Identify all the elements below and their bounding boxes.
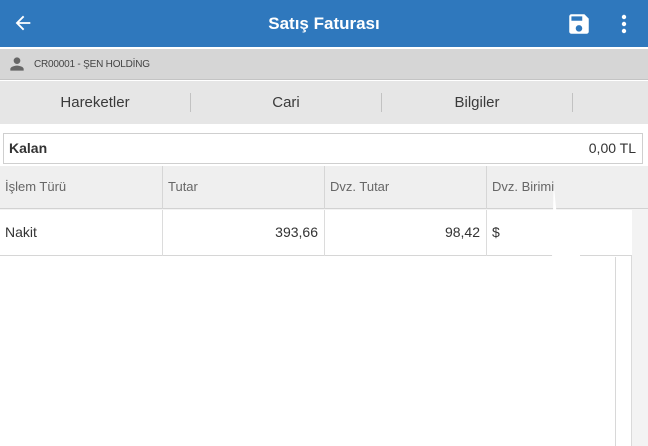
payments-table: İşlem Türü Tutar Dvz. Tutar Dvz. Birimi … xyxy=(0,166,648,446)
column-header-fx-unit[interactable]: Dvz. Birimi xyxy=(487,166,571,209)
customer-bar: CR00001 - ŞEN HOLDİNG xyxy=(0,49,648,80)
cell-amount: 393,66 xyxy=(163,210,325,256)
remaining-summary: Kalan 0,00 TL xyxy=(3,133,643,164)
arrow-back-icon xyxy=(15,15,31,31)
more-vert-icon xyxy=(621,14,627,34)
remaining-value: 0,00 TL xyxy=(588,140,636,156)
back-button[interactable] xyxy=(8,8,38,38)
person-icon xyxy=(7,54,27,74)
cell-fx-unit: $ xyxy=(492,224,500,240)
save-button[interactable] xyxy=(565,10,593,38)
table-header: İşlem Türü Tutar Dvz. Tutar Dvz. Birimi xyxy=(0,166,648,209)
customer-name: CR00001 - ŞEN HOLDİNG xyxy=(34,58,150,70)
tab-cari[interactable]: Cari xyxy=(191,81,381,124)
table-row[interactable]: Nakit 393,66 98,42 $ xyxy=(0,210,632,256)
tab-divider xyxy=(572,93,573,112)
column-header-fx-amount[interactable]: Dvz. Tutar xyxy=(325,166,487,209)
column-header-amount[interactable]: Tutar xyxy=(163,166,325,209)
cell-type: Nakit xyxy=(0,210,163,256)
page-title: Satış Faturası xyxy=(268,14,380,33)
save-icon xyxy=(569,14,589,34)
cell-fx-amount: 98,42 xyxy=(325,210,487,256)
tab-bar: Hareketler Cari Bilgiler xyxy=(0,81,648,124)
tab-hareketler[interactable]: Hareketler xyxy=(0,81,190,124)
table-empty-area xyxy=(0,257,616,446)
column-header-type[interactable]: İşlem Türü xyxy=(0,166,163,209)
remaining-label: Kalan xyxy=(9,140,48,156)
tab-bilgiler[interactable]: Bilgiler xyxy=(382,81,572,124)
more-options-button[interactable] xyxy=(612,10,636,38)
app-bar: Satış Faturası xyxy=(0,0,648,47)
table-body: Nakit 393,66 98,42 $ xyxy=(0,210,632,446)
